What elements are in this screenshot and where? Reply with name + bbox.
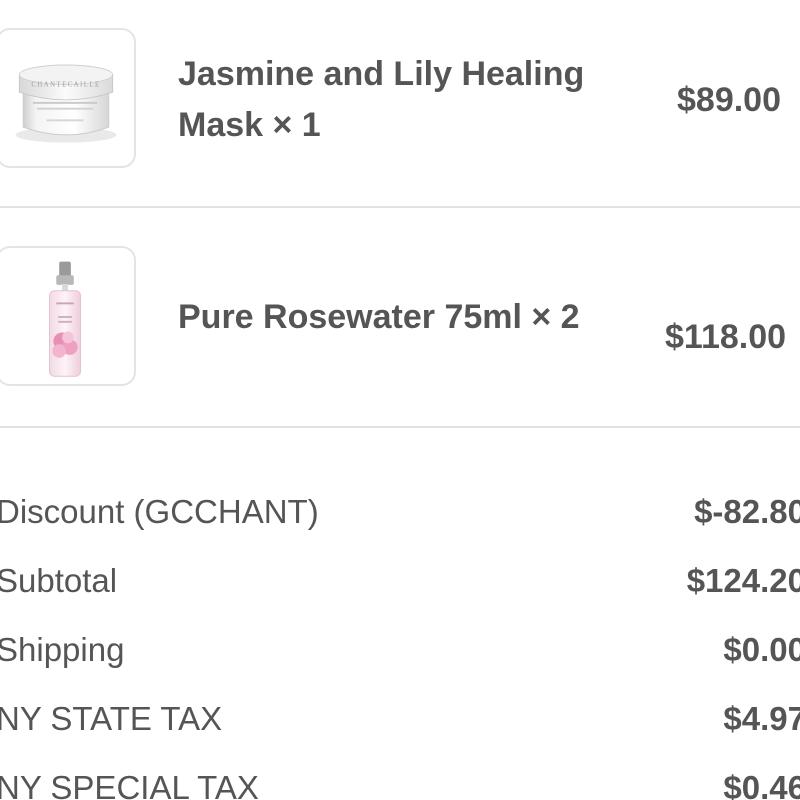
divider [0, 426, 800, 428]
divider [0, 206, 800, 208]
line-item: Pure Rosewater 75ml × 2 $118.00 [0, 226, 800, 426]
state-tax-value: $4.97 [723, 700, 800, 737]
subtotal-value: $124.20 [686, 562, 800, 599]
shipping-row: Shipping $0.00 [0, 625, 800, 675]
subtotal-row: Subtotal $124.20 [0, 556, 800, 606]
subtotal-label: Subtotal [0, 562, 118, 599]
discount-label: Discount (GCCHANT) [0, 493, 319, 530]
shipping-label: Shipping [0, 631, 125, 668]
discount-value: $-82.80 [694, 493, 800, 530]
order-summary-page: CHANTECAILLE Jasmine and Lily Healing Ma… [0, 0, 800, 800]
special-tax-row: NY SPECIAL TAX $0.46 [0, 763, 800, 800]
shipping-value: $0.00 [723, 631, 800, 668]
state-tax-label: NY STATE TAX [0, 700, 223, 737]
product-thumbnail [0, 246, 136, 386]
product-price: $118.00 [665, 318, 787, 356]
line-item: CHANTECAILLE Jasmine and Lily Healing Ma… [0, 8, 800, 208]
state-tax-row: NY STATE TAX $4.97 [0, 694, 800, 744]
product-name: Jasmine and Lily Healing Mask × 1 [178, 55, 585, 144]
product-name: Pure Rosewater 75ml × 2 [178, 298, 580, 336]
special-tax-label: NY SPECIAL TAX [0, 769, 259, 800]
special-tax-value: $0.46 [723, 769, 800, 800]
discount-row: Discount (GCCHANT) $-82.80 [0, 487, 800, 537]
product-price: $89.00 [677, 81, 781, 119]
jar-brand-label: CHANTECAILLE [31, 81, 100, 88]
product-spray-bottle-icon [49, 261, 82, 377]
product-thumbnail: CHANTECAILLE [0, 28, 136, 168]
product-jar-icon: CHANTECAILLE [15, 64, 117, 143]
